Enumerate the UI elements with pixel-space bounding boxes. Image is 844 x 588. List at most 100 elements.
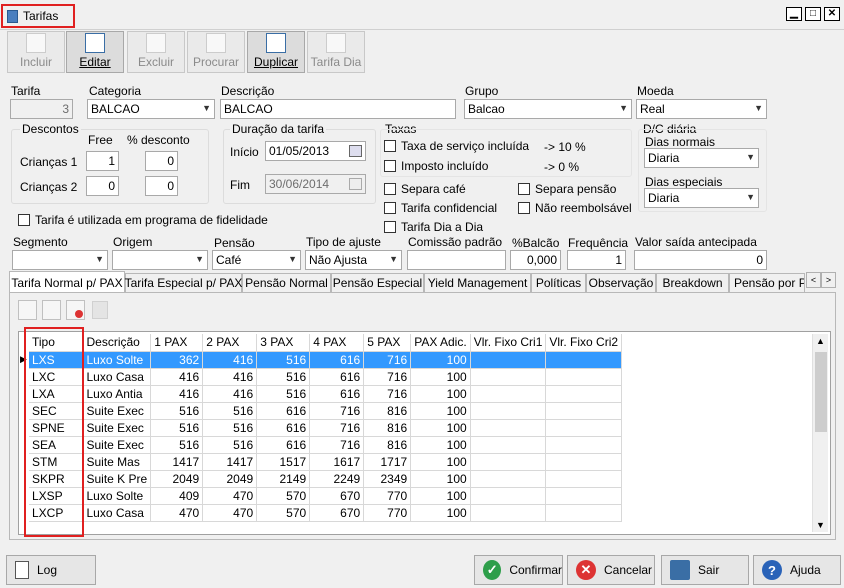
table-cell[interactable]: 100 [410,351,471,369]
scroll-thumb[interactable] [815,352,827,432]
table-cell[interactable]: 616 [256,419,311,437]
table-row[interactable]: STM Suite Mas 1417 1417 1517 1617 1717 100 [29,453,623,471]
table-cell[interactable]: 2049 [202,470,258,488]
moeda-select[interactable]: Real ▼ [636,99,767,119]
table-cell[interactable]: 470 [202,487,258,505]
col-pax-adic[interactable]: PAX Adic. [410,334,471,352]
table-cell[interactable]: 100 [410,487,471,505]
table-cell[interactable] [545,436,623,454]
table-row[interactable]: SPNE Suite Exec 516 516 616 716 816 100 [29,419,623,437]
table-cell[interactable]: Suite K Pre [83,470,152,488]
sair-button[interactable]: Sair [661,555,749,585]
table-cell[interactable]: 470 [202,504,258,522]
table-cell[interactable]: 100 [410,385,471,403]
scroll-up-icon[interactable]: ▲ [816,336,825,346]
grid-delete-icon[interactable] [66,300,85,320]
tab-pensao-especial[interactable]: Pensão Especial [331,273,424,292]
table-cell[interactable]: 1517 [256,453,311,471]
tab-politicas[interactable]: Políticas [531,273,586,292]
col-vlr-fixo-cri1[interactable]: Vlr. Fixo Cri1 [470,334,547,352]
tarifa-dia-a-dia-checkbox[interactable]: Tarifa Dia a Dia [384,220,483,234]
criancas1-pct-field[interactable]: 0 [145,151,178,171]
tarifa-field[interactable]: 3 [10,99,73,119]
table-cell[interactable]: Luxo Casa [83,504,152,522]
comissao-field[interactable] [407,250,506,270]
table-cell[interactable]: 516 [202,419,258,437]
table-cell[interactable]: 416 [150,368,204,386]
col-2pax[interactable]: 2 PAX [202,334,258,352]
criancas1-free-field[interactable]: 1 [86,151,119,171]
table-cell[interactable]: 516 [150,419,204,437]
scroll-down-icon[interactable]: ▼ [816,520,825,530]
tab-pensao-normal[interactable]: Pensão Normal [242,273,331,292]
table-cell[interactable]: 1617 [309,453,365,471]
table-cell[interactable]: 816 [363,402,412,420]
table-cell[interactable]: 516 [202,436,258,454]
table-cell[interactable]: 616 [309,351,365,369]
table-cell[interactable]: 416 [202,351,258,369]
table-cell[interactable]: Luxo Casa [83,368,152,386]
table-cell[interactable] [470,453,547,471]
descricao-field[interactable]: BALCAO [220,99,456,119]
tipo-ajuste-select[interactable]: Não Ajusta ▼ [305,250,402,270]
table-cell[interactable] [470,368,547,386]
table-cell[interactable]: 416 [202,368,258,386]
table-cell[interactable]: 670 [309,487,365,505]
table-cell[interactable]: Luxo Solte [83,351,152,369]
table-cell[interactable] [470,351,547,369]
table-cell[interactable]: 516 [202,402,258,420]
table-cell[interactable]: 1417 [202,453,258,471]
excluir-button[interactable]: Excluir [127,31,185,73]
table-cell[interactable]: 100 [410,470,471,488]
table-cell[interactable]: 516 [256,368,311,386]
table-cell[interactable]: Luxo Antia [83,385,152,403]
table-row[interactable]: SEA Suite Exec 516 516 616 716 816 100 [29,436,623,454]
separa-cafe-checkbox[interactable]: Separa café [384,182,466,196]
dias-especiais-select[interactable]: Diaria ▼ [644,188,759,208]
table-cell[interactable] [545,368,623,386]
table-row[interactable]: SKPR Suite K Pre 2049 2049 2149 2249 2349 100 [29,470,623,488]
imposto-checkbox[interactable]: Imposto incluído [384,159,488,173]
grupo-select[interactable]: Balcao ▼ [464,99,632,119]
tab-yield-management[interactable]: Yield Management [424,273,531,292]
origem-select[interactable]: ▼ [112,250,208,270]
cancelar-button[interactable]: ✕ Cancelar [567,555,655,585]
grid-copy-icon[interactable] [92,301,108,319]
table-cell[interactable]: 516 [256,385,311,403]
table-cell[interactable] [545,385,623,403]
table-cell[interactable]: 616 [309,385,365,403]
table-cell[interactable]: 100 [410,504,471,522]
table-cell[interactable] [545,402,623,420]
table-cell[interactable] [470,419,547,437]
table-cell[interactable]: 100 [410,436,471,454]
table-cell[interactable]: Suite Exec [83,436,152,454]
tab-breakdown[interactable]: Breakdown [656,273,729,292]
table-cell[interactable]: 770 [363,504,412,522]
categoria-select[interactable]: BALCAO ▼ [87,99,215,119]
table-cell[interactable]: 816 [363,419,412,437]
maximize-button[interactable]: □ [805,7,821,21]
table-cell[interactable]: 100 [410,453,471,471]
table-cell[interactable]: 616 [256,436,311,454]
tarifa-dia-button[interactable]: Tarifa Dia [307,31,365,73]
pensao-select[interactable]: Café ▼ [212,250,301,270]
separa-pensao-checkbox[interactable]: Separa pensão [518,182,616,196]
table-cell[interactable] [470,402,547,420]
table-cell[interactable]: 362 [150,351,204,369]
table-cell[interactable]: 1717 [363,453,412,471]
criancas2-free-field[interactable]: 0 [86,176,119,196]
table-cell[interactable]: 516 [150,436,204,454]
table-cell[interactable]: 716 [309,419,365,437]
table-cell[interactable]: 716 [363,351,412,369]
valor-saida-field[interactable]: 0 [634,250,767,270]
table-cell[interactable] [545,419,623,437]
table-cell[interactable]: 616 [309,368,365,386]
table-cell[interactable] [545,453,623,471]
procurar-button[interactable]: Procurar [187,31,245,73]
table-row[interactable]: LXA Luxo Antia 416 416 516 616 716 100 [29,385,623,403]
ajuda-button[interactable]: ? Ajuda [753,555,841,585]
table-cell[interactable]: 716 [309,402,365,420]
table-cell[interactable] [470,436,547,454]
table-cell[interactable]: 100 [410,368,471,386]
col-4pax[interactable]: 4 PAX [309,334,365,352]
